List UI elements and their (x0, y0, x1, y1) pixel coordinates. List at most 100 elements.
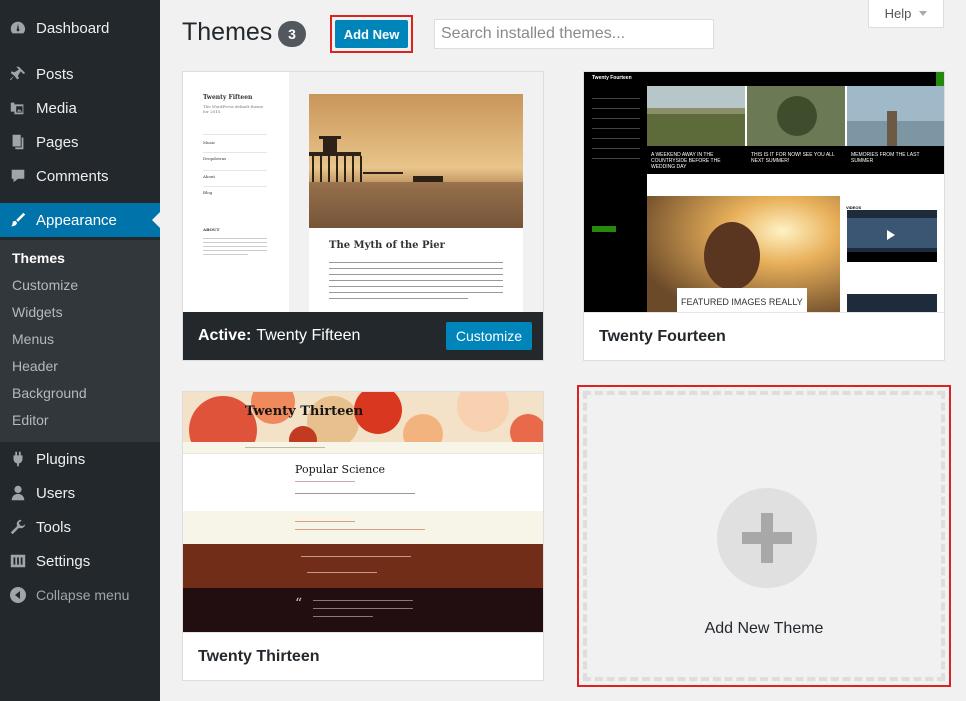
preview-status-block: “ (183, 588, 543, 632)
theme-screenshot: Twenty Fourteen A WEEKEND AWAY IN THE CO… (584, 72, 944, 312)
featured-grid (647, 86, 944, 146)
chevron-down-icon (919, 11, 928, 16)
search-icon (936, 72, 944, 86)
caption: THIS IS IT FOR NOW! SEE YOU ALL NEXT SUM… (751, 152, 835, 164)
theme-screenshot: Twenty Thirteen Popular Science “ (183, 392, 543, 632)
add-new-theme-label: Add New Theme (704, 620, 824, 637)
preview-post-title: The Myth of the Pier (329, 240, 445, 251)
help-tab[interactable]: Help (868, 0, 944, 28)
caption: MEMORIES FROM THE LAST SUMMER (851, 152, 920, 164)
theme-screenshot: Twenty Fifteen The WordPress default the… (183, 72, 543, 312)
preview-aside (183, 511, 543, 544)
preview-post: Popular Science (183, 455, 543, 511)
theme-footer: Twenty Thirteen (183, 632, 543, 680)
menu-label: Appearance (36, 211, 117, 229)
appearance-submenu: Themes Customize Widgets Menus Header Ba… (0, 240, 160, 442)
preview-post-body (329, 262, 503, 304)
submenu-editor[interactable]: Editor (12, 412, 49, 428)
theme-name: Twenty Fifteen (256, 327, 361, 344)
theme-footer: Twenty Fourteen (584, 312, 944, 360)
menu-item-media[interactable]: Media (0, 91, 160, 125)
active-label: Active: (198, 327, 252, 344)
menu-label: Media (36, 99, 77, 117)
customize-button[interactable]: Customize (445, 322, 532, 350)
menu-item-tools[interactable]: Tools (0, 510, 160, 544)
preview-nav (183, 442, 543, 454)
menu-label: Pages (36, 133, 79, 151)
wrench-icon (0, 518, 36, 536)
caption-strip: A WEEKEND AWAY IN THE COUNTRYSIDE BEFORE… (647, 146, 944, 174)
current-indicator (152, 212, 160, 228)
comment-icon (0, 167, 36, 185)
theme-card-twenty-fourteen[interactable]: Twenty Fourteen A WEEKEND AWAY IN THE CO… (583, 71, 945, 361)
video-thumbnail (847, 210, 937, 262)
submenu-widgets[interactable]: Widgets (12, 304, 63, 320)
menu-label: Users (36, 484, 76, 502)
submenu-header[interactable]: Header (12, 358, 58, 374)
preview-post-title: Popular Science (295, 463, 386, 476)
pier-image (309, 94, 523, 228)
menu-label: Dashboard (36, 19, 110, 37)
preview-sidebar (584, 86, 647, 312)
users-icon (0, 484, 36, 502)
preview-main: The Myth of the Pier (289, 72, 543, 312)
preview-sidebar: Twenty Fifteen The WordPress default the… (183, 72, 289, 312)
collapse-label: Collapse menu (36, 587, 130, 603)
dashboard-icon (0, 19, 36, 37)
admin-sidebar: Dashboard Posts Media Pages Comments App… (0, 0, 160, 701)
preview-site-title: Twenty Fourteen (592, 75, 632, 81)
theme-name: Twenty Thirteen (198, 647, 320, 665)
settings-icon (0, 552, 36, 570)
preview-tagline: The WordPress default theme for 2015. (203, 104, 264, 114)
add-new-button[interactable]: Add New (335, 20, 408, 48)
help-label: Help (884, 6, 912, 21)
plus-icon (717, 488, 817, 588)
menu-item-plugins[interactable]: Plugins (0, 442, 160, 476)
preview-site-title: Twenty Thirteen (245, 404, 364, 419)
page-title: Themes (182, 18, 273, 46)
submenu-themes[interactable]: Themes (12, 250, 65, 266)
theme-count-badge: 3 (278, 21, 306, 47)
featured-image (647, 196, 840, 312)
menu-label: Tools (36, 518, 72, 536)
menu-label: Comments (36, 167, 109, 185)
feature-title: FEATURED IMAGES REALLY (681, 297, 803, 307)
menu-item-users[interactable]: Users (0, 476, 160, 510)
submenu-background[interactable]: Background (12, 385, 87, 401)
preview-site-title: Twenty Fifteen (203, 94, 253, 101)
theme-footer: Active: Twenty Fifteen Customize (183, 312, 543, 360)
theme-name: Twenty Fourteen (599, 327, 726, 345)
menu-item-dashboard[interactable]: Dashboard (0, 11, 160, 45)
collapse-arrow-icon (10, 587, 26, 603)
menu-item-settings[interactable]: Settings (0, 544, 160, 578)
menu-item-posts[interactable]: Posts (0, 57, 160, 91)
preview-post: The Myth of the Pier (309, 94, 523, 312)
pages-icon (0, 133, 36, 151)
menu-item-pages[interactable]: Pages (0, 125, 160, 159)
theme-card-twenty-thirteen[interactable]: Twenty Thirteen Popular Science “ Twenty… (182, 391, 544, 681)
preview-widget: ABOUT (203, 227, 220, 232)
caption: A WEEKEND AWAY IN THE COUNTRYSIDE BEFORE… (651, 152, 721, 170)
preview-widget: About (203, 174, 216, 179)
preview-text-lines (203, 238, 267, 258)
pin-icon (0, 65, 36, 83)
submenu-menus[interactable]: Menus (12, 331, 54, 347)
videos-heading: VIDEOS (846, 196, 938, 210)
theme-card-twenty-fifteen[interactable]: Twenty Fifteen The WordPress default the… (182, 71, 544, 361)
media-icon (0, 99, 36, 117)
menu-label: Plugins (36, 450, 86, 468)
menu-label: Settings (36, 552, 91, 570)
menu-item-comments[interactable]: Comments (0, 159, 160, 193)
preview-widget: Music (203, 140, 216, 145)
plugin-icon (0, 450, 36, 468)
add-new-theme-card[interactable]: Add New Theme (583, 391, 945, 681)
collapse-menu-button[interactable]: Collapse menu (0, 578, 160, 612)
preview-quote-block (183, 544, 543, 588)
preview-header: Twenty Fourteen (584, 72, 944, 86)
search-input[interactable] (434, 19, 714, 49)
menu-label: Posts (36, 65, 74, 83)
preview-widget: Dropdowns (203, 156, 227, 161)
submenu-customize[interactable]: Customize (12, 277, 78, 293)
menu-item-appearance[interactable]: Appearance (0, 203, 160, 237)
video-thumbnail (847, 294, 937, 312)
